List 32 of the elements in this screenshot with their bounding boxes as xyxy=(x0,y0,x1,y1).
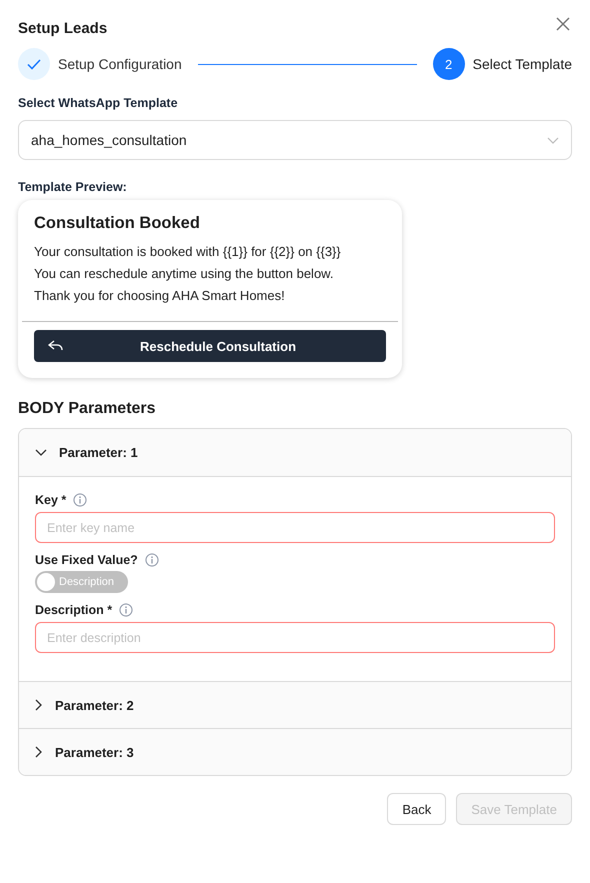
check-icon xyxy=(27,58,41,70)
accordion-header[interactable]: Parameter: 3 xyxy=(19,728,571,775)
template-select[interactable]: aha_homes_consultation xyxy=(18,120,572,160)
close-button[interactable] xyxy=(554,15,572,33)
reply-icon xyxy=(48,340,64,352)
reschedule-button[interactable]: Reschedule Consultation xyxy=(34,330,386,362)
key-input[interactable]: Enter key name xyxy=(35,512,555,543)
info-icon xyxy=(119,603,134,617)
section-heading: BODY Parameters xyxy=(18,400,157,418)
preview-body-line: Your consultation is booked with {{1}} for {{2}} on {{3}} xyxy=(34,243,342,261)
back-button[interactable]: Back xyxy=(387,793,446,825)
dialog-title: Setup Leads xyxy=(18,20,108,36)
preview-body-line: Thank you for choosing AHA Smart Homes! xyxy=(34,287,286,305)
step-label: Setup Configuration xyxy=(58,56,182,72)
field-label: Description * xyxy=(35,603,112,617)
chevron-down-icon xyxy=(547,136,559,144)
chevron-right-icon xyxy=(35,699,43,711)
description-input[interactable]: Enter description xyxy=(35,622,555,653)
field-label: Use Fixed Value? xyxy=(35,553,138,567)
info-icon xyxy=(144,553,159,567)
chevron-right-icon xyxy=(35,746,43,758)
chevron-down-icon xyxy=(35,448,47,456)
preview-body-line: You can reschedule anytime using the button below. xyxy=(34,265,334,283)
accordion-header[interactable]: Parameter: 1 xyxy=(19,429,571,476)
field-label: Key * xyxy=(35,493,66,507)
field-label: Template Preview: xyxy=(18,180,128,194)
accordion-header[interactable]: Parameter: 2 xyxy=(19,681,571,728)
field-label: Select WhatsApp Template xyxy=(18,96,179,110)
info-icon xyxy=(73,493,88,507)
step-number: 2 xyxy=(445,56,452,72)
step-label: Select Template xyxy=(472,56,572,72)
preview-title: Consultation Booked xyxy=(34,214,201,233)
